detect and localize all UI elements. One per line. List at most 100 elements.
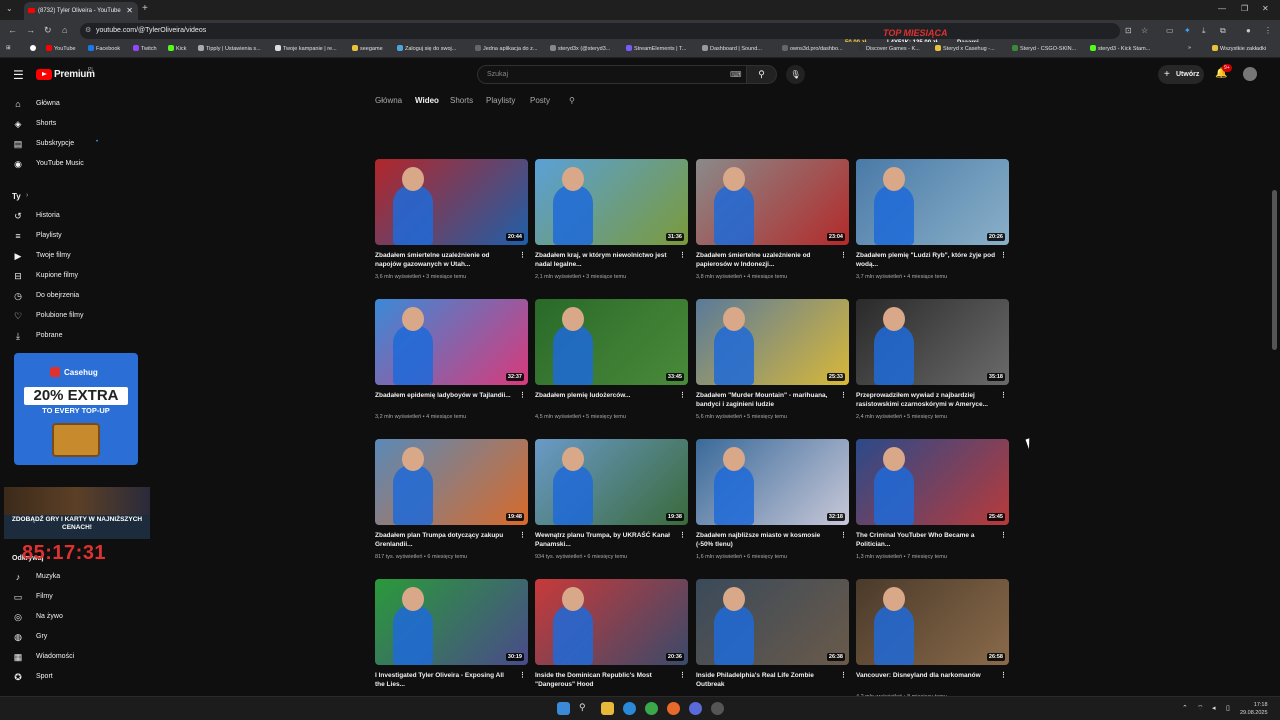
video-thumbnail[interactable]: 32:18	[696, 439, 849, 525]
sidebar-item-sport[interactable]: ✪ Sport	[0, 667, 120, 687]
tab-0[interactable]: Główna	[375, 96, 402, 105]
tab-1[interactable]: Wideo	[415, 96, 439, 105]
video-title[interactable]: Zbadałem "Murder Mountain" - marihuana, …	[696, 391, 836, 409]
video-thumbnail[interactable]: 31:36	[535, 159, 688, 245]
video-more-options-icon[interactable]: ⋮	[1000, 671, 1007, 679]
bookmark-item[interactable]: Zaloguj się do swoj...	[397, 45, 456, 52]
video-card[interactable]: 31:36 Zbadałem kraj, w którym niewolnictw…	[535, 159, 688, 289]
video-card[interactable]: 25:33 Zbadałem "Murder Mountain" - marihu…	[696, 299, 849, 429]
minimize-icon[interactable]: —	[1218, 4, 1226, 13]
video-title[interactable]: Zbadałem plemię "Ludzi Ryb", które żyje …	[856, 251, 996, 269]
video-more-options-icon[interactable]: ⋮	[519, 251, 526, 259]
video-title[interactable]: Inside the Dominican Republic's Most "Da…	[535, 671, 675, 689]
bookmark-item[interactable]: Twitch	[133, 45, 157, 52]
video-more-options-icon[interactable]: ⋮	[679, 671, 686, 679]
video-title[interactable]: Zbadałem plemię ludożerców...	[535, 391, 675, 400]
menu-hamburger-icon[interactable]: ☰	[13, 68, 24, 82]
video-card[interactable]: 35:18 Przeprowadziłem wywiad z najbardzie…	[856, 299, 1009, 429]
video-more-options-icon[interactable]: ⋮	[1000, 531, 1007, 539]
video-title[interactable]: Zbadałem epidemię ladyboyów w Tajlandii.…	[375, 391, 515, 400]
volume-icon[interactable]: ◂	[1212, 704, 1216, 712]
bookmark-item[interactable]: seegame	[352, 45, 383, 52]
bookmark-item[interactable]: Twoje kampanie | re...	[275, 45, 337, 52]
reload-icon[interactable]: ↻	[44, 25, 52, 36]
tab-2[interactable]: Shorts	[450, 96, 473, 105]
video-thumbnail[interactable]: 19:38	[535, 439, 688, 525]
video-thumbnail[interactable]: 26:38	[696, 579, 849, 665]
keyboard-icon[interactable]: ⌨	[730, 70, 742, 79]
video-title[interactable]: Vancouver: Disneyland dla narkomanów	[856, 671, 996, 680]
video-thumbnail[interactable]: 20:44	[375, 159, 528, 245]
page-scrollbar[interactable]	[1272, 190, 1277, 350]
chrome-icon[interactable]	[645, 702, 658, 715]
video-more-options-icon[interactable]: ⋮	[1000, 251, 1007, 259]
forward-icon[interactable]: →	[26, 25, 35, 35]
video-title[interactable]: Przeprowadziłem wywiad z najbardziej ras…	[856, 391, 996, 409]
video-thumbnail[interactable]: 25:33	[696, 299, 849, 385]
video-title[interactable]: I Investigated Tyler Oliveira - Exposing…	[375, 671, 515, 689]
video-more-options-icon[interactable]: ⋮	[679, 531, 686, 539]
bookmark-item[interactable]: YouTube	[46, 45, 76, 52]
video-more-options-icon[interactable]: ⋮	[519, 391, 526, 399]
bookmark-item[interactable]: Steryd - CSGO-SKIN...	[1012, 45, 1076, 52]
video-more-options-icon[interactable]: ⋮	[840, 671, 847, 679]
sidebar-item-na-żywo[interactable]: ◎ Na żywo	[0, 607, 120, 627]
video-card[interactable]: 26:58 Vancouver: Disneyland dla narkomanó…	[856, 579, 1009, 696]
channel-search-icon[interactable]: ⚲	[569, 96, 575, 105]
tab-search-icon[interactable]: ⌄	[6, 4, 13, 13]
video-more-options-icon[interactable]: ⋮	[840, 531, 847, 539]
battery-icon[interactable]: ▯	[1226, 704, 1230, 712]
video-card[interactable]: 20:26 Zbadałem plemię "Ludzi Ryb", które …	[856, 159, 1009, 289]
bookmark-item[interactable]: Jedna aplikacja do z...	[475, 45, 537, 52]
video-thumbnail[interactable]: 32:37	[375, 299, 528, 385]
taskbar-search-icon[interactable]: ⚲	[579, 702, 592, 715]
video-more-options-icon[interactable]: ⋮	[1000, 391, 1007, 399]
browser-tab[interactable]: (8732) Tyler Oliveira - YouTube ✕	[24, 2, 138, 20]
voice-search-button[interactable]: 🎙	[786, 65, 805, 84]
bookmark-item[interactable]: StreamElements | T...	[626, 45, 686, 52]
download-browser-icon[interactable]: ⤓	[1202, 26, 1206, 36]
discord-icon[interactable]	[689, 702, 702, 715]
video-card[interactable]: 25:45 The Criminal YouTuber Who Became a …	[856, 439, 1009, 569]
youtube-logo-icon[interactable]	[36, 69, 52, 80]
site-info-icon[interactable]: ⚙	[85, 23, 91, 39]
install-icon[interactable]: ⊡	[1125, 26, 1132, 35]
file-explorer-icon[interactable]	[601, 702, 614, 715]
video-title[interactable]: The Criminal YouTuber Who Became a Polit…	[856, 531, 996, 549]
sidebar-item-playlisty[interactable]: ≡ Playlisty	[0, 226, 120, 246]
video-card[interactable]: 23:04 Zbadałem śmiertelne uzależnienie od…	[696, 159, 849, 289]
create-button[interactable]: + Utwórz	[1158, 65, 1204, 84]
firefox-icon[interactable]	[667, 702, 680, 715]
bookmark-item[interactable]: owns3d.pro/dashbo...	[782, 45, 843, 52]
bookmark-item[interactable]: steryd3 - Kick Stam...	[1090, 45, 1150, 52]
video-thumbnail[interactable]: 26:58	[856, 579, 1009, 665]
video-card[interactable]: 32:18 Zbadałem najbliższe miasto w kosmos…	[696, 439, 849, 569]
video-card[interactable]: 20:44 Zbadałem śmiertelne uzależnienie od…	[375, 159, 528, 289]
sidebar-section-you[interactable]: Ty	[12, 192, 21, 201]
video-card[interactable]: 33:45 Zbadałem plemię ludożerców... ⋮ 4,5 m…	[535, 299, 688, 429]
bookmark-star-icon[interactable]: ☆	[1141, 26, 1148, 35]
video-card[interactable]: 32:37 Zbadałem epidemię ladyboyów w Tajla…	[375, 299, 528, 429]
video-title[interactable]: Zbadałem śmiertelne uzależnienie od papi…	[696, 251, 836, 269]
edge-icon[interactable]	[623, 702, 636, 715]
video-title[interactable]: Wewnątrz planu Trumpa, by UKRAŚĆ Kanał P…	[535, 531, 675, 549]
sidebar-item-główna[interactable]: ⌂ Główna	[0, 94, 120, 114]
cast-icon[interactable]: ▭	[1166, 26, 1174, 35]
video-more-options-icon[interactable]: ⋮	[840, 251, 847, 259]
video-thumbnail[interactable]: 25:45	[856, 439, 1009, 525]
video-card[interactable]: 19:48 Zbadałem plan Trumpa dotyczący zaku…	[375, 439, 528, 569]
video-more-options-icon[interactable]: ⋮	[519, 531, 526, 539]
bookmarks-overflow-icon[interactable]: »	[1188, 45, 1191, 51]
back-icon[interactable]: ←	[8, 25, 17, 35]
profile-icon[interactable]: ●	[1246, 26, 1251, 35]
video-more-options-icon[interactable]: ⋮	[679, 251, 686, 259]
video-card[interactable]: 20:36 Inside the Dominican Republic's Mos…	[535, 579, 688, 696]
video-card[interactable]: 26:38 Inside Philadelphia's Real Life Zom…	[696, 579, 849, 696]
bookmark-item[interactable]: Kick	[168, 45, 186, 52]
sidebar-item-shorts[interactable]: ◈ Shorts	[0, 114, 120, 134]
close-window-icon[interactable]: ✕	[1262, 4, 1269, 13]
video-title[interactable]: Zbadałem plan Trumpa dotyczący zakupu Gr…	[375, 531, 515, 549]
sidebar-item-pobrane[interactable]: ⤓ Pobrane	[0, 326, 120, 346]
home-browser-icon[interactable]: ⌂	[62, 25, 67, 35]
video-title[interactable]: Zbadałem najbliższe miasto w kosmosie (-…	[696, 531, 836, 549]
